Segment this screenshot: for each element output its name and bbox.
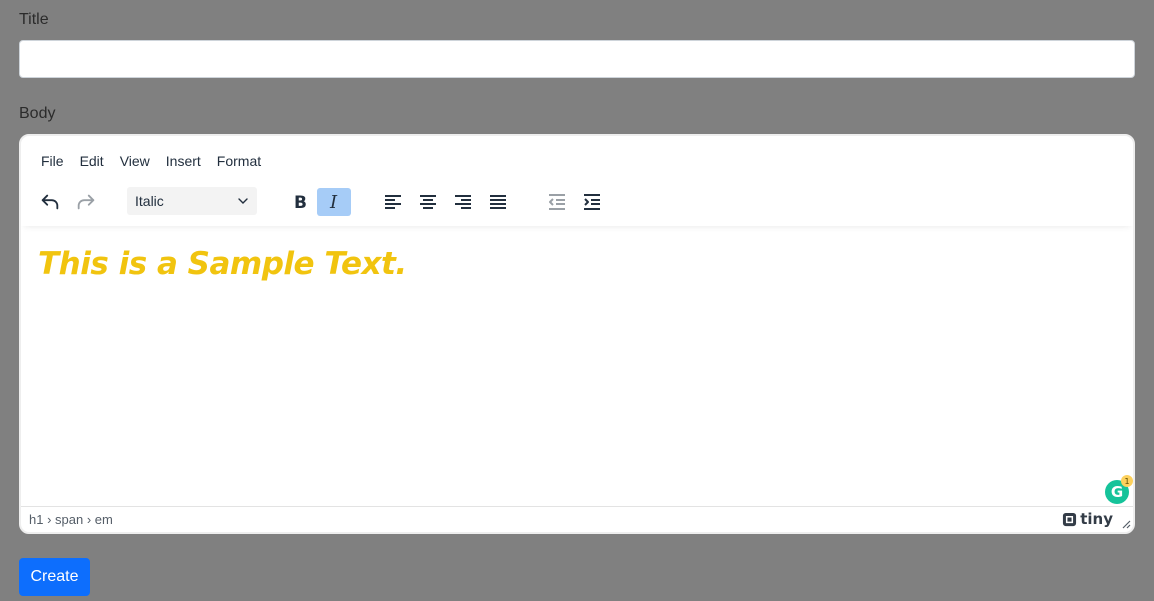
title-input[interactable] [19, 40, 1135, 78]
menu-edit[interactable]: Edit [72, 149, 112, 173]
content-heading: This is a Sample Text. [38, 246, 407, 282]
align-right-button[interactable] [446, 188, 480, 216]
editor-statusbar: h1 › span › em tiny [21, 506, 1133, 532]
resize-handle-icon[interactable] [1121, 519, 1131, 529]
editor-content-area[interactable]: This is a Sample Text. [21, 228, 1133, 508]
menu-view[interactable]: View [112, 149, 158, 173]
align-left-icon [385, 195, 401, 209]
indent-icon [584, 194, 600, 210]
block-format-select[interactable]: Italic [127, 187, 257, 215]
svg-text:I: I [329, 192, 338, 212]
redo-icon [77, 194, 95, 210]
tiny-brand-text: tiny [1080, 510, 1113, 528]
element-path[interactable]: h1 › span › em [29, 512, 113, 527]
rich-text-editor: File Edit View Insert Format Italic B I … [19, 134, 1135, 534]
title-label: Title [19, 11, 49, 28]
align-justify-button[interactable] [481, 188, 515, 216]
outdent-icon [549, 194, 565, 210]
svg-text:B: B [294, 193, 307, 212]
redo-button[interactable] [69, 188, 103, 216]
undo-button[interactable] [33, 188, 67, 216]
body-label: Body [19, 105, 56, 122]
editor-toolbar: Italic B I [21, 184, 1133, 226]
undo-icon [41, 194, 59, 210]
menu-insert[interactable]: Insert [158, 149, 209, 173]
bold-icon: B [294, 193, 307, 212]
chevron-down-icon [238, 198, 248, 204]
italic-button[interactable]: I [317, 188, 351, 216]
align-justify-icon [490, 195, 506, 209]
grammarly-badge: 1 [1121, 475, 1133, 487]
align-center-button[interactable] [411, 188, 445, 216]
tiny-cube-icon [1063, 512, 1077, 526]
bold-button[interactable]: B [283, 188, 317, 216]
align-left-button[interactable] [376, 188, 410, 216]
grammarly-letter: G [1110, 483, 1124, 501]
menu-file[interactable]: File [33, 149, 72, 173]
block-format-value: Italic [135, 193, 164, 209]
indent-button[interactable] [575, 188, 609, 216]
outdent-button[interactable] [540, 188, 574, 216]
editor-menubar: File Edit View Insert Format [21, 136, 1133, 186]
align-right-icon [455, 195, 471, 209]
menu-format[interactable]: Format [209, 149, 269, 173]
create-button[interactable]: Create [19, 558, 90, 596]
italic-icon: I [329, 192, 338, 212]
align-center-icon [420, 195, 436, 209]
tiny-logo[interactable]: tiny [1062, 510, 1113, 528]
